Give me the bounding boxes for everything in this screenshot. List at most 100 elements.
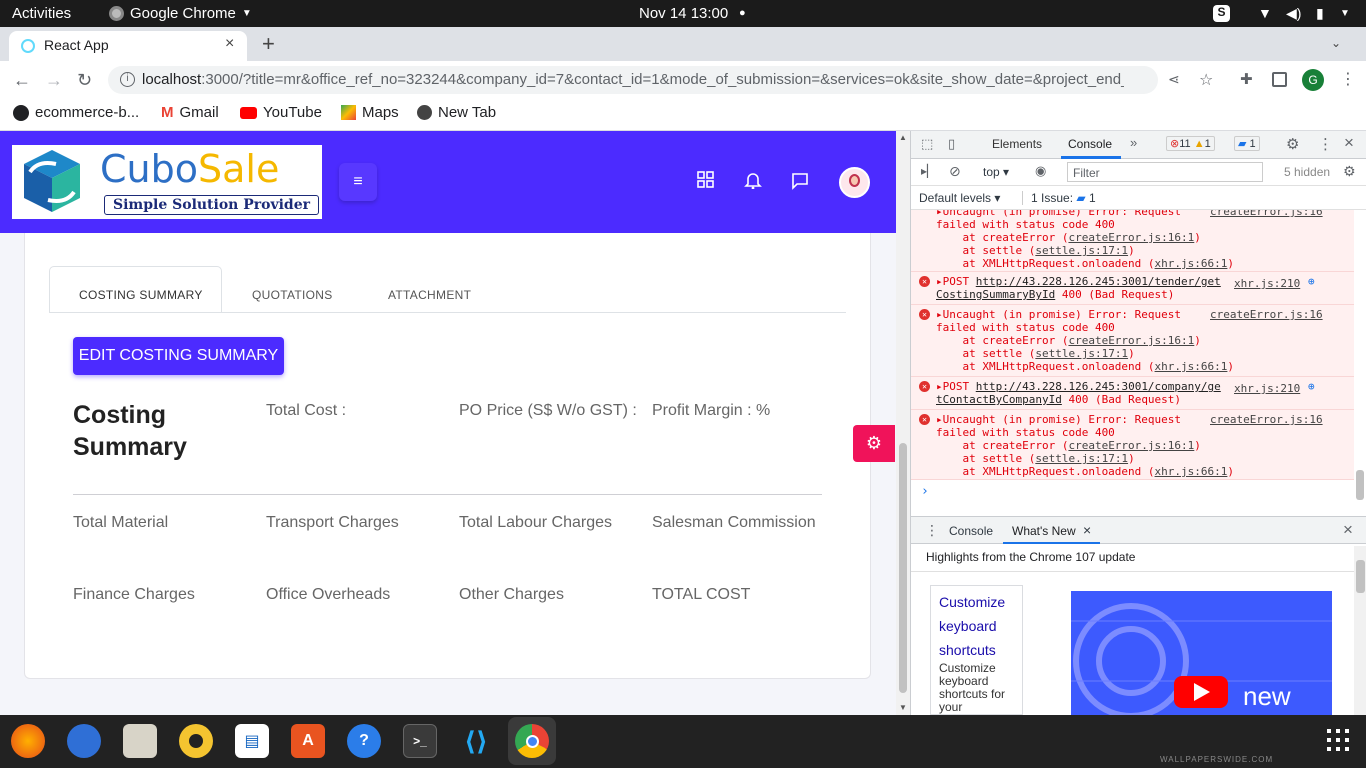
site-info-icon[interactable]: i [120,72,135,87]
cubosale-logo[interactable]: CuboSale Simple Solution Provider [12,145,322,219]
console-prompt-icon[interactable]: › [921,484,929,499]
forward-arrow-icon[interactable]: → [45,70,63,91]
activities-button[interactable]: Activities [12,5,71,22]
default-levels-dropdown[interactable]: Default levels ▾ [919,191,1000,205]
error-source-link[interactable]: createError.js:16 [1210,308,1323,321]
writer-icon[interactable]: ▤ [235,724,269,758]
console-settings-icon[interactable]: ⚙ [1343,163,1356,180]
post-source-link[interactable]: xhr.js:210 [1234,277,1300,290]
whats-new-link[interactable]: Customize keyboard shortcuts [939,590,1014,662]
scroll-up-icon[interactable]: ▲ [899,133,907,142]
terminal-icon[interactable]: >_ [403,724,437,758]
inspect-icon[interactable]: ⬚ [921,136,933,152]
system-menu-caret-icon[interactable]: ▼ [1340,8,1350,19]
devtools-close-icon[interactable]: × [1344,133,1354,153]
show-apps-grid-icon[interactable] [1327,729,1349,751]
post-url[interactable]: http://43.228.126.245:3001/tender/get [976,275,1221,288]
chrome-menu-icon[interactable]: ⋮ [1340,69,1356,89]
chrome-dock-icon[interactable] [515,724,549,758]
close-whats-new-icon[interactable]: × [1083,522,1091,538]
stack-link[interactable]: createError.js:16:1 [1068,439,1194,452]
app-menu[interactable]: Google Chrome ▼ [109,5,252,22]
extensions-icon[interactable]: ✚ [1240,70,1253,88]
console-scrollbar-thumb[interactable] [1356,470,1364,500]
bookmark-star-icon[interactable]: ☆ [1199,70,1213,90]
omnibox[interactable]: i localhost:3000/?title=mr&office_ref_no… [108,66,1180,94]
files-icon[interactable] [123,724,157,758]
stack-link[interactable]: settle.js:17:1 [1035,244,1128,257]
tab-console[interactable]: Console [1068,137,1112,151]
bookmark-item[interactable]: ecommerce-b... [13,104,139,121]
scroll-down-icon[interactable]: ▼ [899,703,907,712]
filter-input[interactable]: Filter [1067,162,1263,182]
side-panel-icon[interactable] [1272,72,1287,87]
drawer-tab-console[interactable]: Console [949,524,993,538]
share-icon[interactable]: ⋖ [1168,71,1180,88]
firefox-icon[interactable] [11,724,45,758]
close-tab-icon[interactable]: × [225,35,234,53]
bookmark-item[interactable]: New Tab [417,104,496,121]
clock[interactable]: Nov 14 13:00 [639,5,728,22]
bookmark-item[interactable]: Maps [341,104,399,121]
help-icon[interactable]: ? [347,724,381,758]
drawer-close-icon[interactable]: × [1343,520,1353,540]
new-tab-icon[interactable]: + [262,31,275,57]
bookmark-item[interactable]: YouTube [240,104,322,121]
chat-icon[interactable] [791,172,809,195]
user-avatar[interactable] [839,167,870,198]
devtools-menu-icon[interactable]: ⋮ [1318,135,1333,153]
post-source-link[interactable]: xhr.js:210 [1234,382,1300,395]
console-error-entry[interactable]: ✕ ▸Uncaught (in promise) Error: Request … [911,409,1354,480]
device-toggle-icon[interactable]: ▯ [948,136,955,152]
drawer-tab-whats-new[interactable]: What's New [1012,524,1076,538]
post-url-cont[interactable]: tContactByCompanyId [936,393,1062,406]
youtube-play-icon[interactable] [1174,676,1228,708]
live-expression-eye-icon[interactable]: ◉ [1035,163,1046,179]
console-error-entry[interactable]: ✕ ▸Uncaught (in promise) Error: Request … [911,304,1354,376]
page-scrollbar[interactable]: ▲ ▼ [896,131,910,715]
back-arrow-icon[interactable]: ← [13,70,31,91]
console-network-error[interactable]: ✕ ▸POST http://43.228.126.245:3001/tende… [911,271,1354,304]
error-source-link[interactable]: createError.js:16 [1210,210,1323,218]
clear-console-icon[interactable]: ⊘ [949,163,961,180]
post-url[interactable]: http://43.228.126.245:3001/company/ge [976,380,1221,393]
drawer-scrollbar[interactable] [1354,546,1366,715]
more-tabs-icon[interactable]: » [1130,135,1137,150]
wifi-icon[interactable]: ▼ [1258,5,1272,21]
network-request-icon[interactable]: ⊕ [1308,275,1315,288]
context-selector[interactable]: top ▾ [983,165,1009,179]
bookmark-item[interactable]: M Gmail [161,104,219,121]
stack-link[interactable]: settle.js:17:1 [1035,347,1128,360]
console-error-entry[interactable]: ▸Uncaught (in promise) Error: Request cr… [911,210,1354,271]
tab-elements[interactable]: Elements [992,137,1042,151]
devtools-settings-icon[interactable]: ⚙ [1286,135,1299,153]
error-source-link[interactable]: createError.js:16 [1210,413,1323,426]
network-request-icon[interactable]: ⊕ [1308,380,1315,393]
skype-tray-icon[interactable]: S [1213,5,1230,22]
tab-quotations[interactable]: QUOTATIONS [252,288,333,302]
edit-costing-summary-button[interactable]: EDIT COSTING SUMMARY [73,337,284,375]
battery-icon[interactable]: ▮ [1316,5,1324,22]
console-network-error[interactable]: ✕ ▸POST http://43.228.126.245:3001/compa… [911,376,1354,409]
whats-new-video-thumbnail[interactable]: new [1071,591,1332,715]
bell-icon[interactable] [744,171,762,194]
sidebar-toggle-icon[interactable]: ▸▏ [921,164,936,178]
grid-icon[interactable] [697,171,714,188]
stack-link[interactable]: createError.js:16:1 [1068,231,1194,244]
profile-avatar[interactable]: G [1302,69,1324,91]
thunderbird-icon[interactable] [67,724,101,758]
tab-attachment[interactable]: ATTACHMENT [388,288,471,302]
stack-link[interactable]: xhr.js:66:1 [1155,360,1228,373]
error-warning-counter[interactable]: ⊗11 ▲1 [1166,136,1215,151]
whats-new-card[interactable]: Customize keyboard shortcuts Customize k… [930,585,1023,715]
volume-icon[interactable]: ◀) [1286,5,1301,22]
scrollbar-thumb[interactable] [899,443,907,693]
stack-link[interactable]: settle.js:17:1 [1035,452,1128,465]
settings-fab[interactable]: ⚙ [853,425,895,462]
info-counter[interactable]: ▰ 1 [1234,136,1260,151]
rhythmbox-icon[interactable] [179,724,213,758]
browser-tab[interactable]: React App × [9,31,247,61]
issues-button[interactable]: 1 Issue: ▰ 1 [1022,191,1096,205]
stack-link[interactable]: xhr.js:66:1 [1155,465,1228,478]
drawer-menu-icon[interactable]: ⋮ [925,522,939,539]
